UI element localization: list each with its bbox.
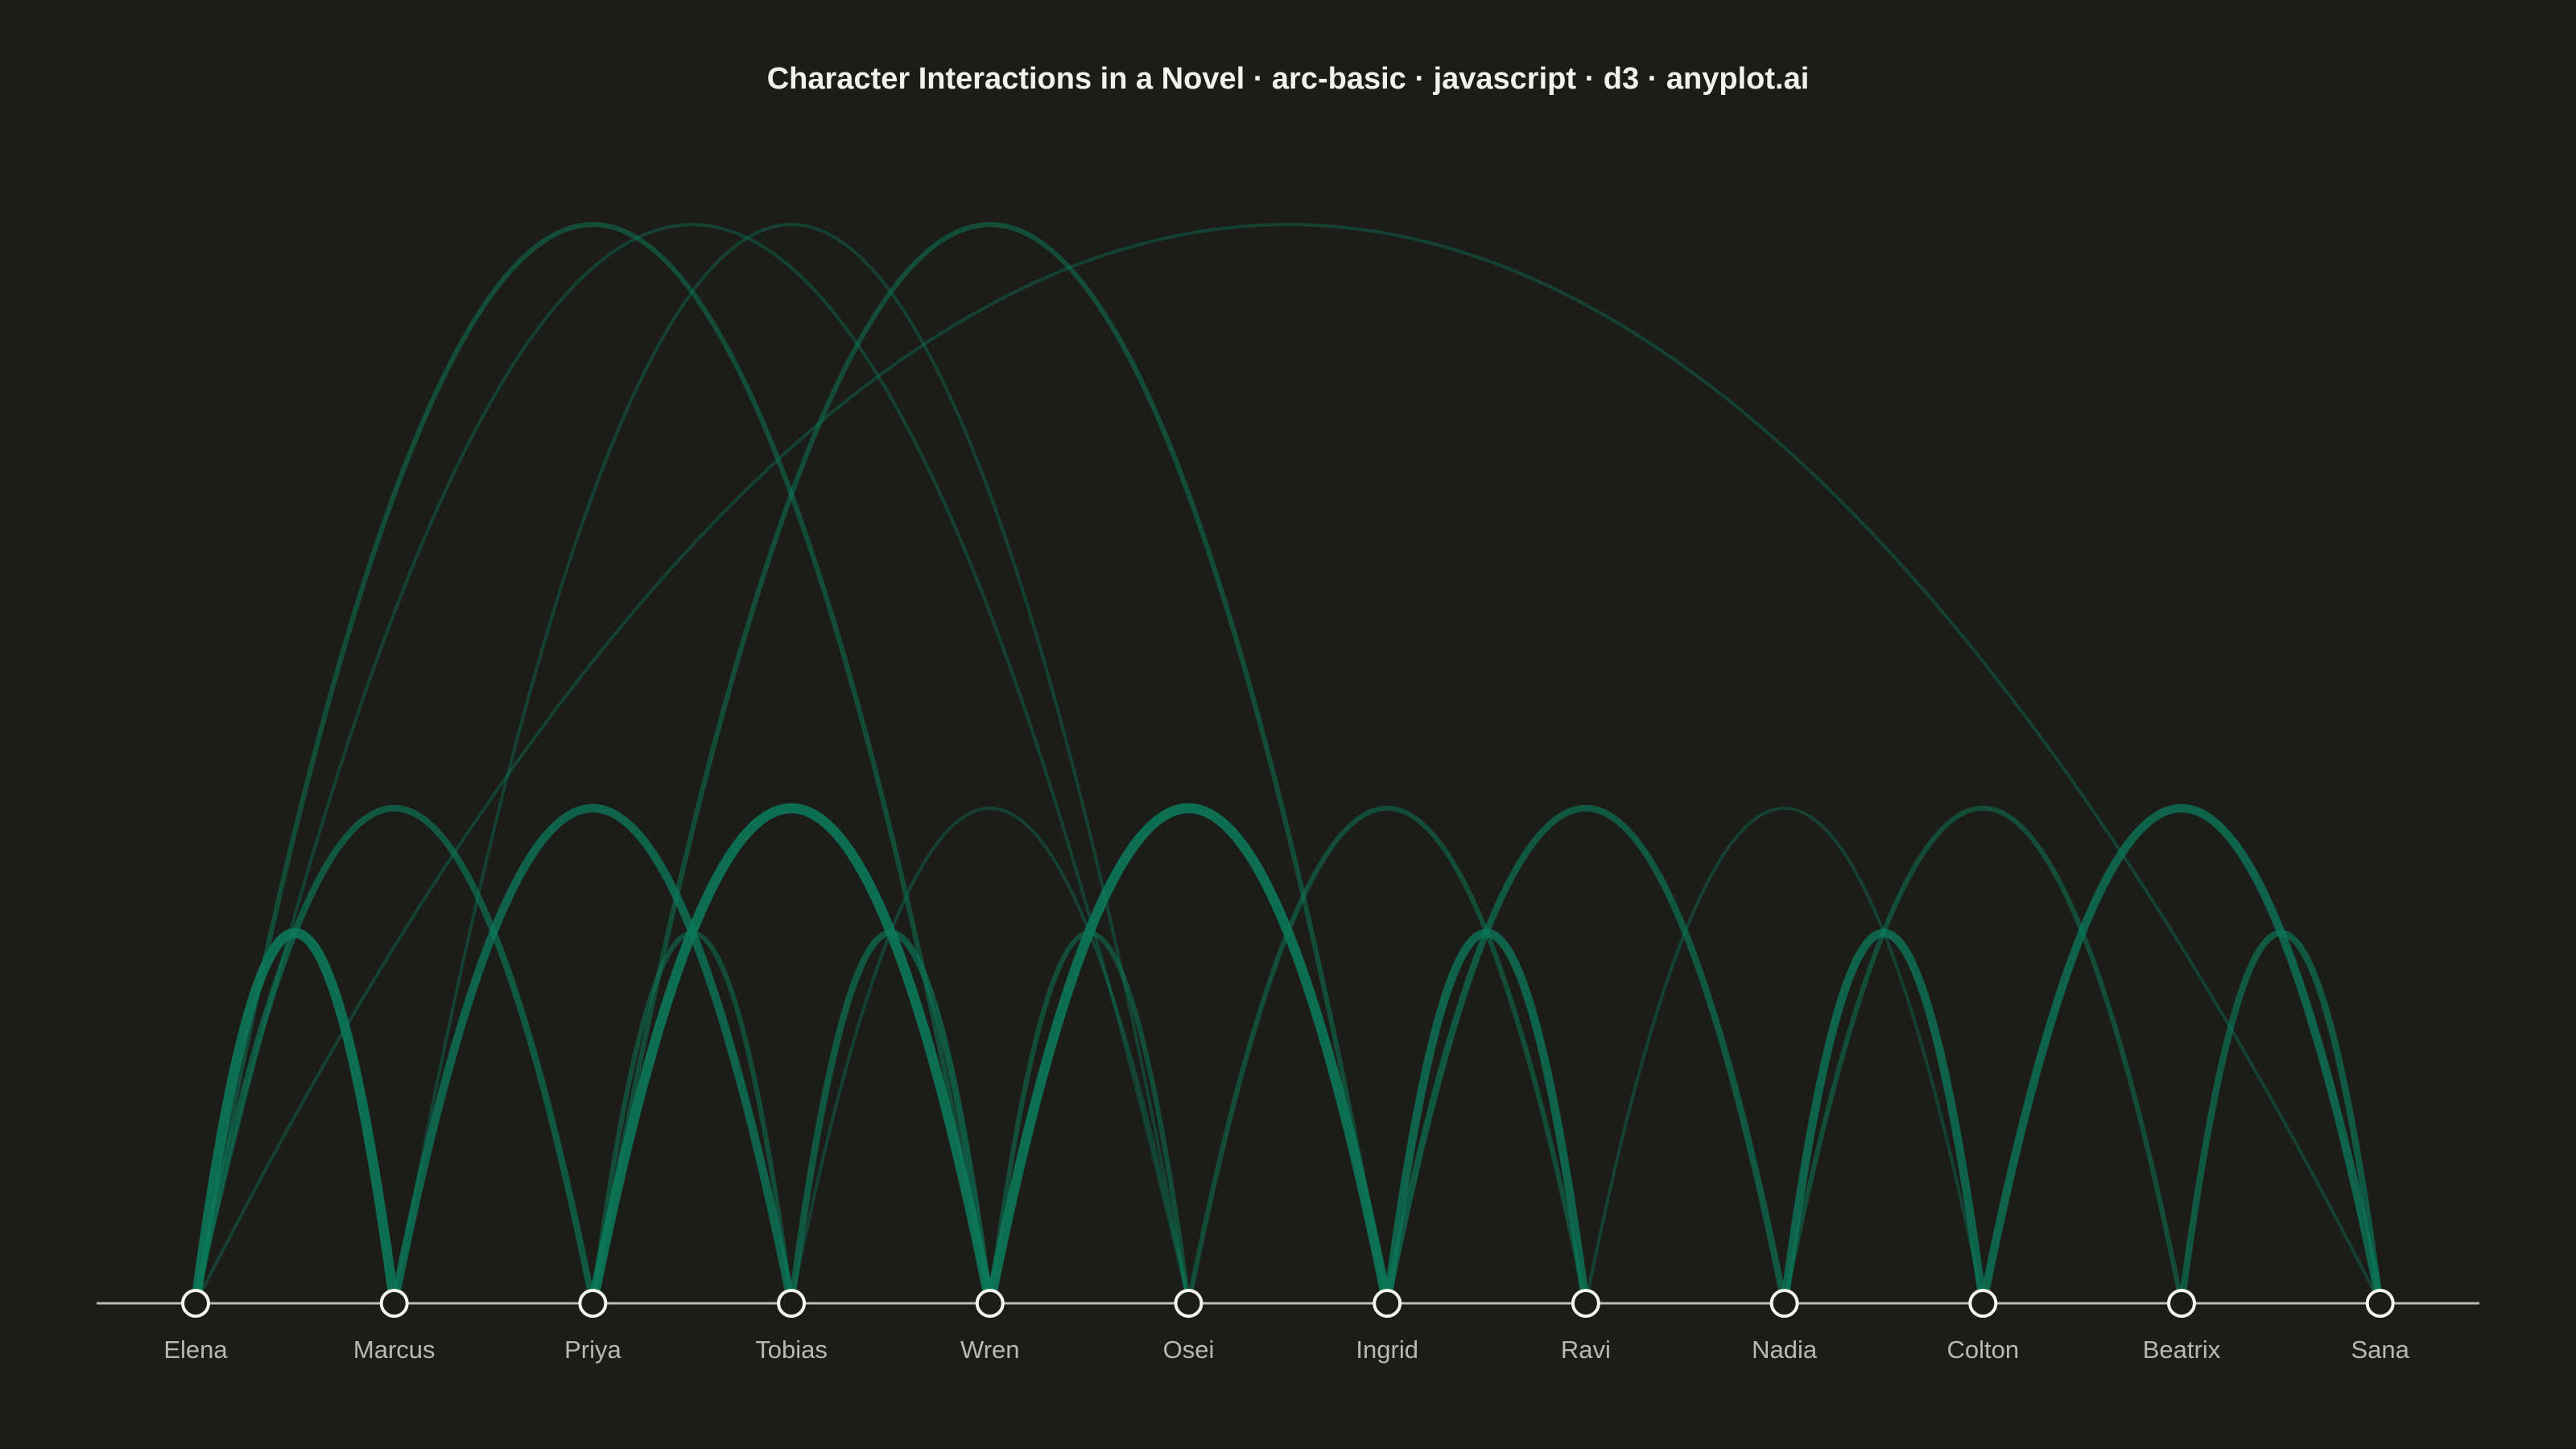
arc-diagram: Character Interactions in a Novel · arc-… (0, 0, 2576, 1449)
node-wren (975, 1289, 1005, 1318)
node-label-colton: Colton (1946, 1335, 2019, 1364)
node-marcus (379, 1289, 409, 1318)
node-label-elena: Elena (163, 1335, 228, 1364)
node-colton (1968, 1289, 1998, 1318)
node-sana (2365, 1289, 2395, 1318)
node-nadia (1769, 1289, 1799, 1318)
node-beatrix (2167, 1289, 2196, 1318)
node-priya (578, 1289, 608, 1318)
node-label-ravi: Ravi (1561, 1335, 1611, 1364)
node-label-tobias: Tobias (755, 1335, 828, 1364)
node-ravi (1571, 1289, 1600, 1318)
node-osei (1174, 1289, 1203, 1318)
node-label-nadia: Nadia (1752, 1335, 1818, 1364)
node-label-marcus: Marcus (353, 1335, 436, 1364)
node-label-beatrix: Beatrix (2143, 1335, 2221, 1364)
node-label-osei: Osei (1163, 1335, 1215, 1364)
node-ingrid (1373, 1289, 1402, 1318)
node-elena (181, 1289, 210, 1318)
node-label-wren: Wren (960, 1335, 1020, 1364)
node-label-priya: Priya (564, 1335, 621, 1364)
chart-title: Character Interactions in a Novel · arc-… (767, 62, 1810, 96)
node-label-sana: Sana (2351, 1335, 2409, 1364)
node-tobias (777, 1289, 807, 1318)
node-label-ingrid: Ingrid (1356, 1335, 1418, 1364)
